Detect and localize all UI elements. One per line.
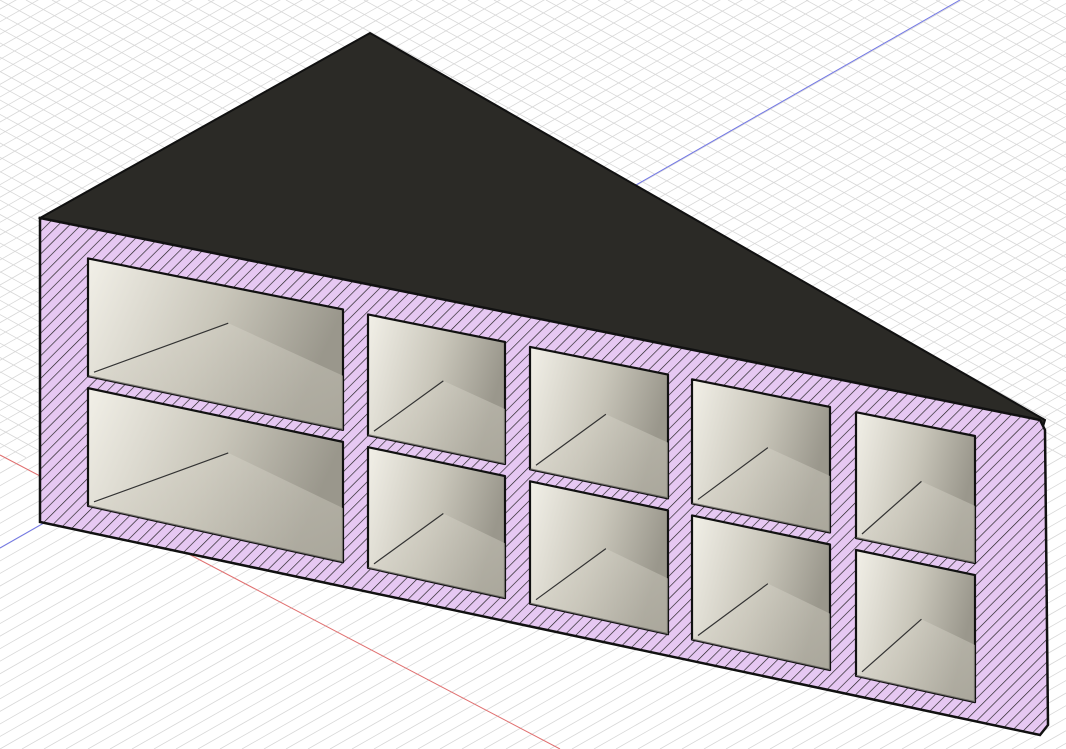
- grid-line: [1055, 742, 1066, 749]
- viewport-canvas[interactable]: [0, 0, 1066, 749]
- grid-line: [0, 442, 27, 458]
- 3d-viewport[interactable]: [0, 0, 1066, 749]
